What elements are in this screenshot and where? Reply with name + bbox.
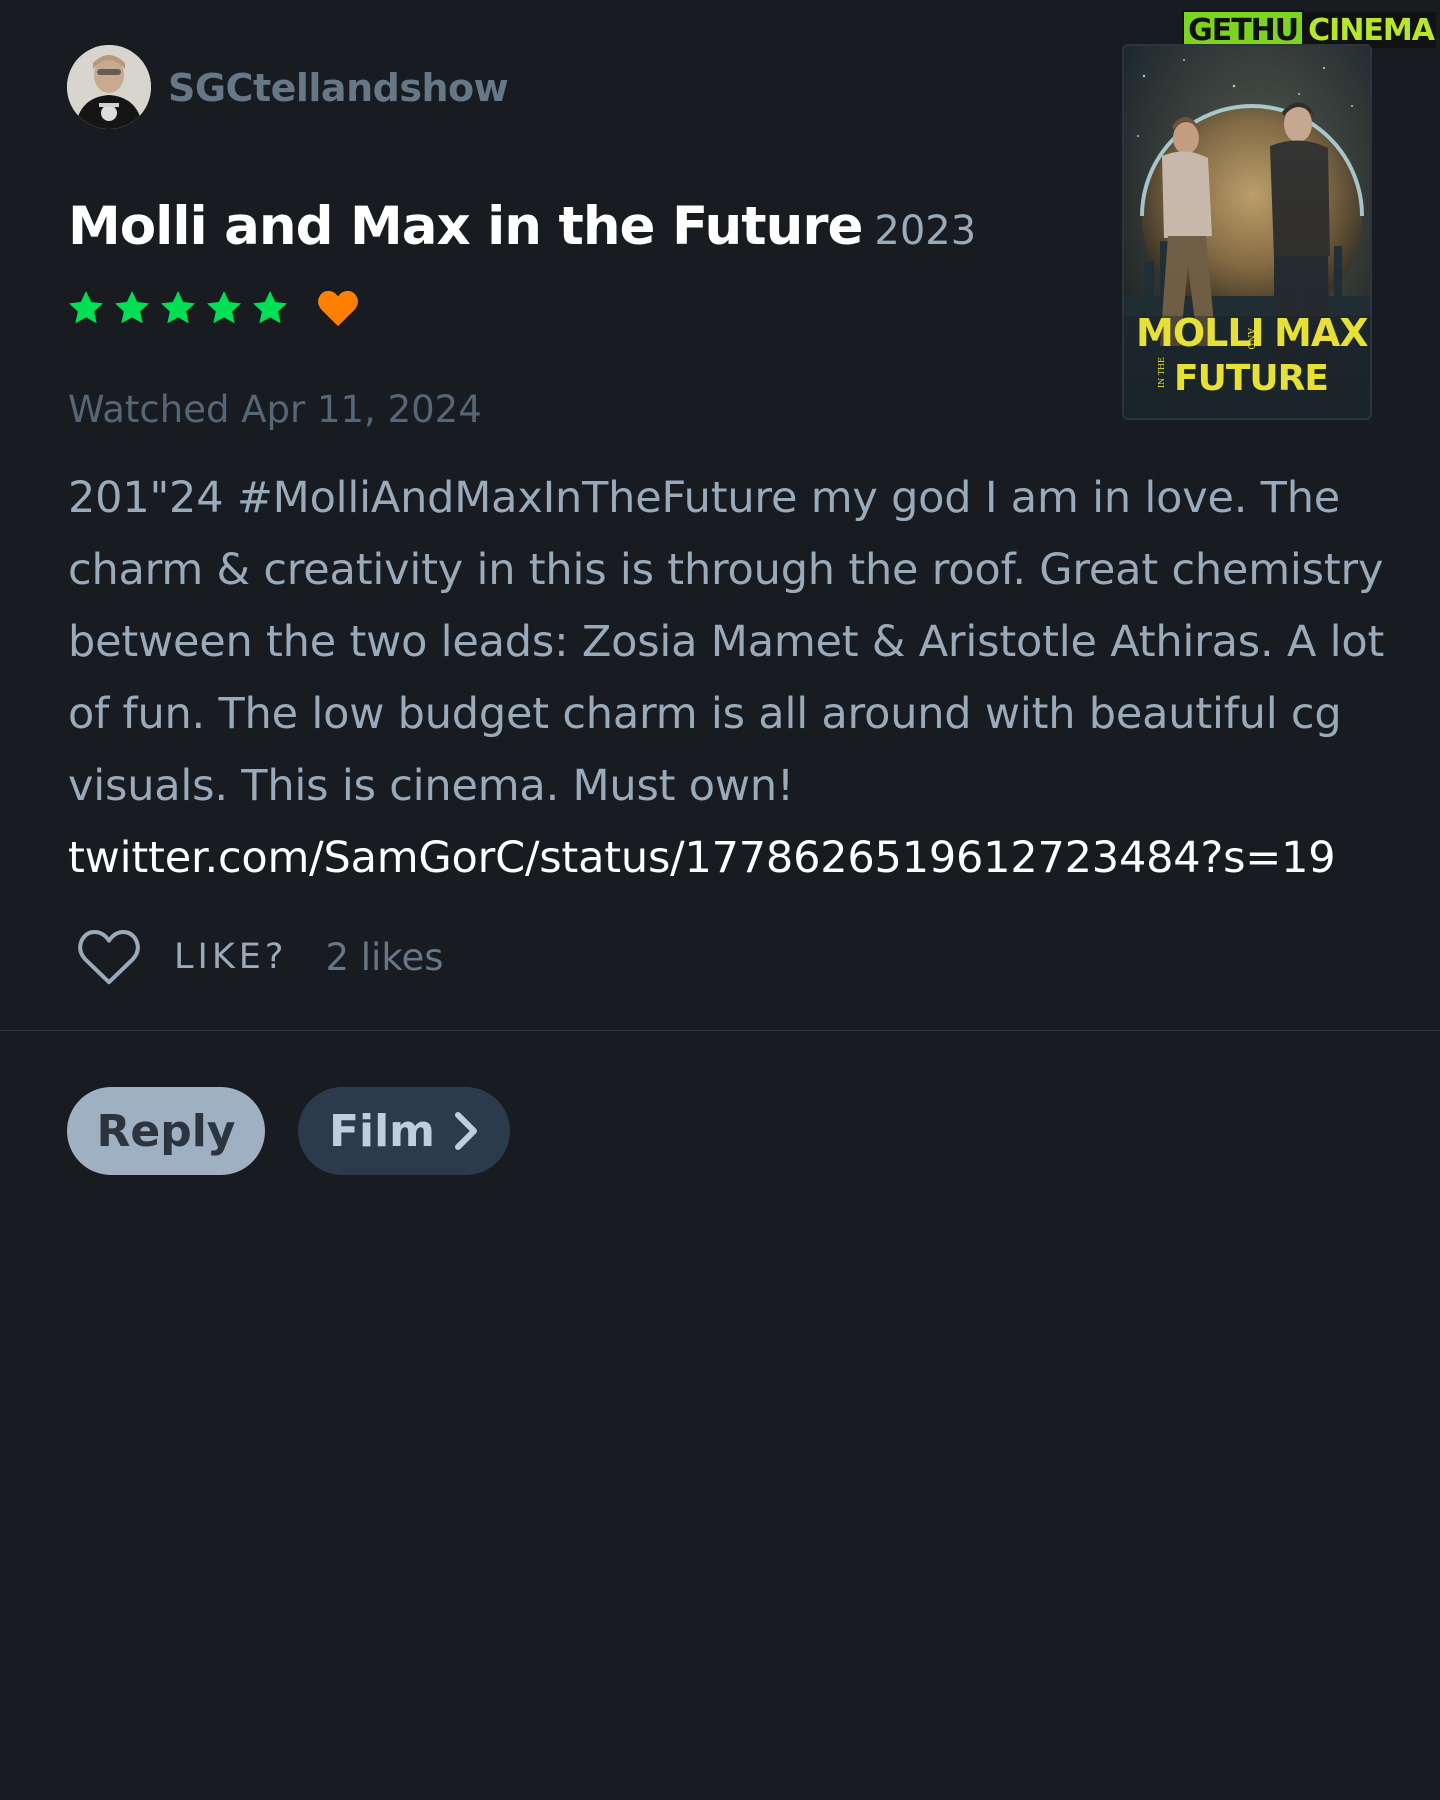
film-title[interactable]: Molli and Max in the Future (68, 196, 863, 257)
rating-row (66, 288, 360, 328)
watermark-part-b: CINEMA (1304, 12, 1436, 48)
divider (0, 1030, 1440, 1031)
chevron-right-icon (455, 1112, 478, 1150)
review-link[interactable]: twitter.com/SamGorC/status/1778626519612… (68, 822, 1388, 894)
reply-button[interactable]: Reply (67, 1087, 265, 1175)
watched-date: Watched Apr 11, 2024 (68, 388, 482, 431)
star-icon (69, 291, 103, 324)
username-link[interactable]: SGCtellandshow (168, 66, 509, 110)
heart-outline-icon[interactable] (76, 928, 142, 986)
star-icon (207, 291, 241, 324)
film-button-label: Film (328, 1105, 436, 1157)
likes-count[interactable]: 2 likes (325, 936, 443, 979)
star-icon (253, 291, 287, 324)
film-poster[interactable]: MOLLI AND MAX IN THE FUTURE (1122, 44, 1372, 420)
review-page: GETHU CINEMA SGCtellandshow Molli and Ma… (0, 0, 1440, 1800)
review-text: 201"24 #MolliAndMaxInTheFuture my god I … (68, 462, 1388, 894)
like-row: LIKE? 2 likes (76, 928, 443, 986)
film-heading: Molli and Max in the Future 2023 (68, 196, 976, 257)
star-icon (115, 291, 149, 324)
star-icon (161, 291, 195, 324)
like-label[interactable]: LIKE? (174, 937, 287, 977)
film-button[interactable]: Film (298, 1087, 510, 1175)
film-year[interactable]: 2023 (874, 208, 976, 254)
review-body: 201"24 #MolliAndMaxInTheFuture my god I … (68, 473, 1385, 811)
liked-heart-icon (318, 290, 358, 327)
avatar[interactable] (67, 45, 151, 129)
reply-button-label: Reply (96, 1105, 236, 1157)
